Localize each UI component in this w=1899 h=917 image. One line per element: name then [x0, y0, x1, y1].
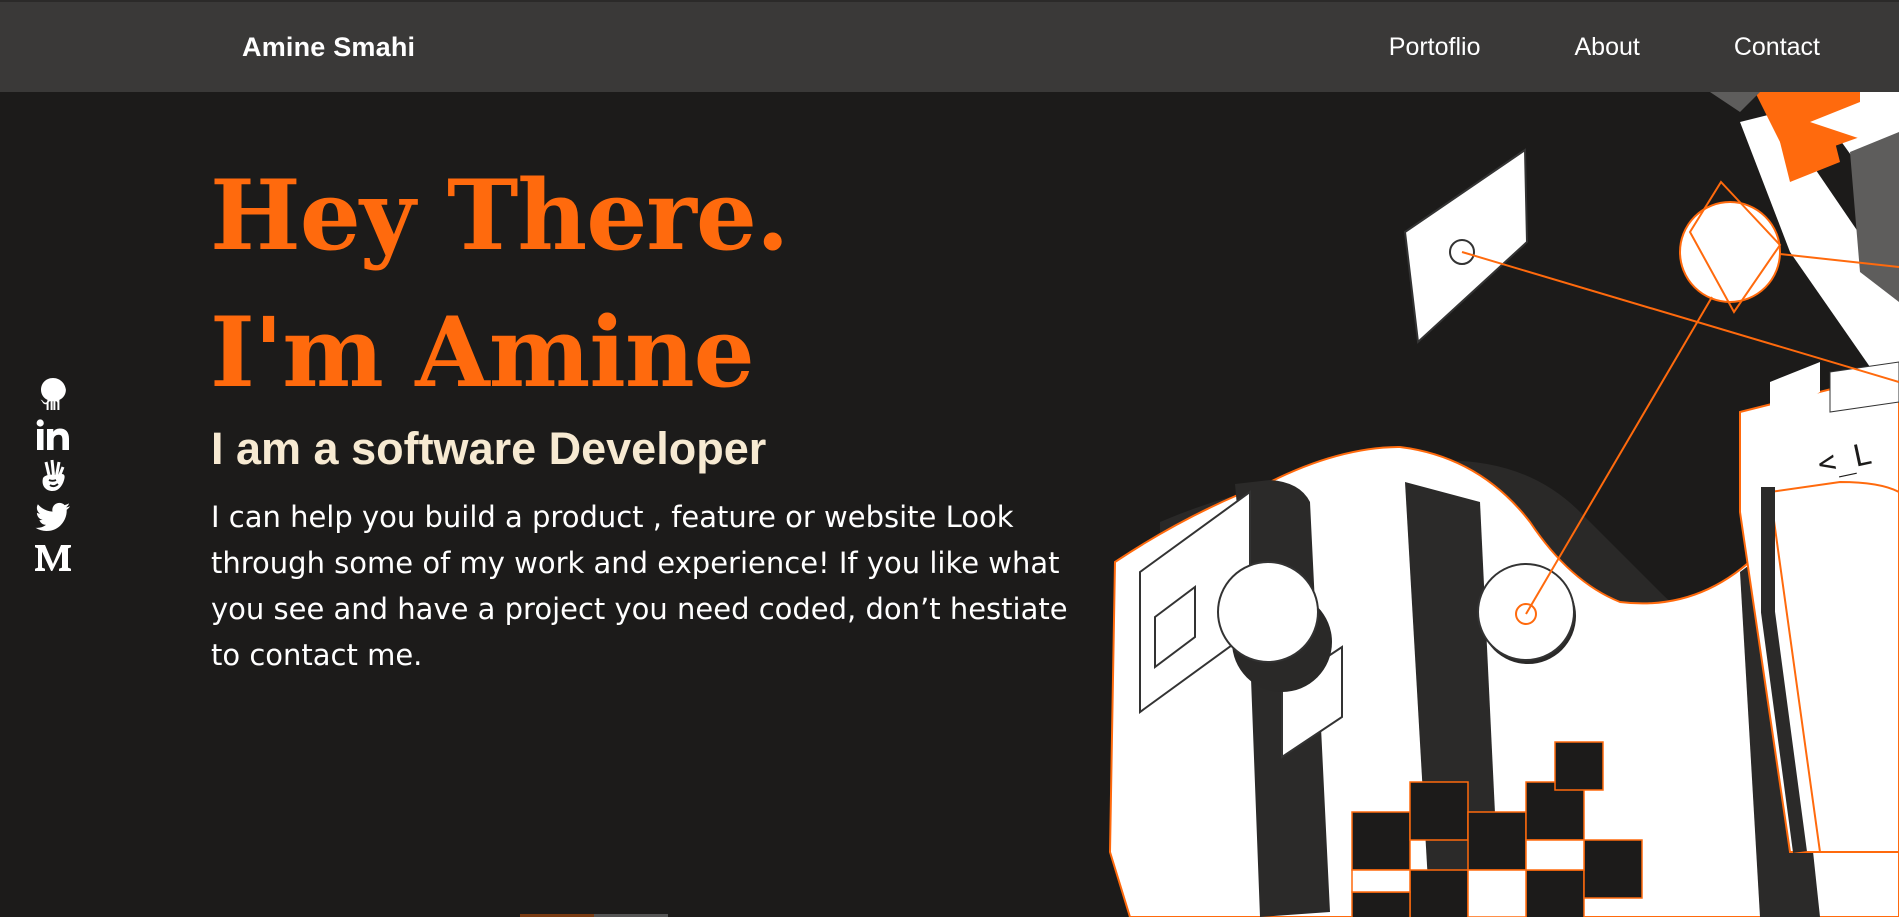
hero-description: I can help you build a product , feature…	[211, 500, 1068, 672]
github-icon[interactable]	[34, 376, 72, 412]
nav-link-portfolio[interactable]: Portoflio	[1389, 33, 1481, 62]
nav-links: Portoflio About Contact	[1389, 33, 1820, 62]
hero-name: I'm Amine	[210, 296, 755, 409]
angellist-icon[interactable]	[34, 458, 72, 494]
page: Amine Smahi Portoflio About Contact Hey …	[0, 0, 1899, 917]
hero-subtitle: I am a software Developer	[211, 423, 767, 474]
brand-logo[interactable]: Amine Smahi	[242, 32, 415, 63]
nav-link-contact[interactable]: Contact	[1734, 33, 1820, 62]
linkedin-icon[interactable]	[34, 417, 72, 453]
hero-illustration: <_L	[1100, 92, 1899, 917]
social-links	[34, 376, 72, 576]
hero-greeting: Hey There.	[210, 159, 789, 272]
medium-icon[interactable]	[34, 540, 72, 576]
twitter-icon[interactable]	[34, 499, 72, 535]
navbar: Amine Smahi Portoflio About Contact	[0, 0, 1899, 92]
nav-link-about[interactable]: About	[1574, 33, 1639, 62]
